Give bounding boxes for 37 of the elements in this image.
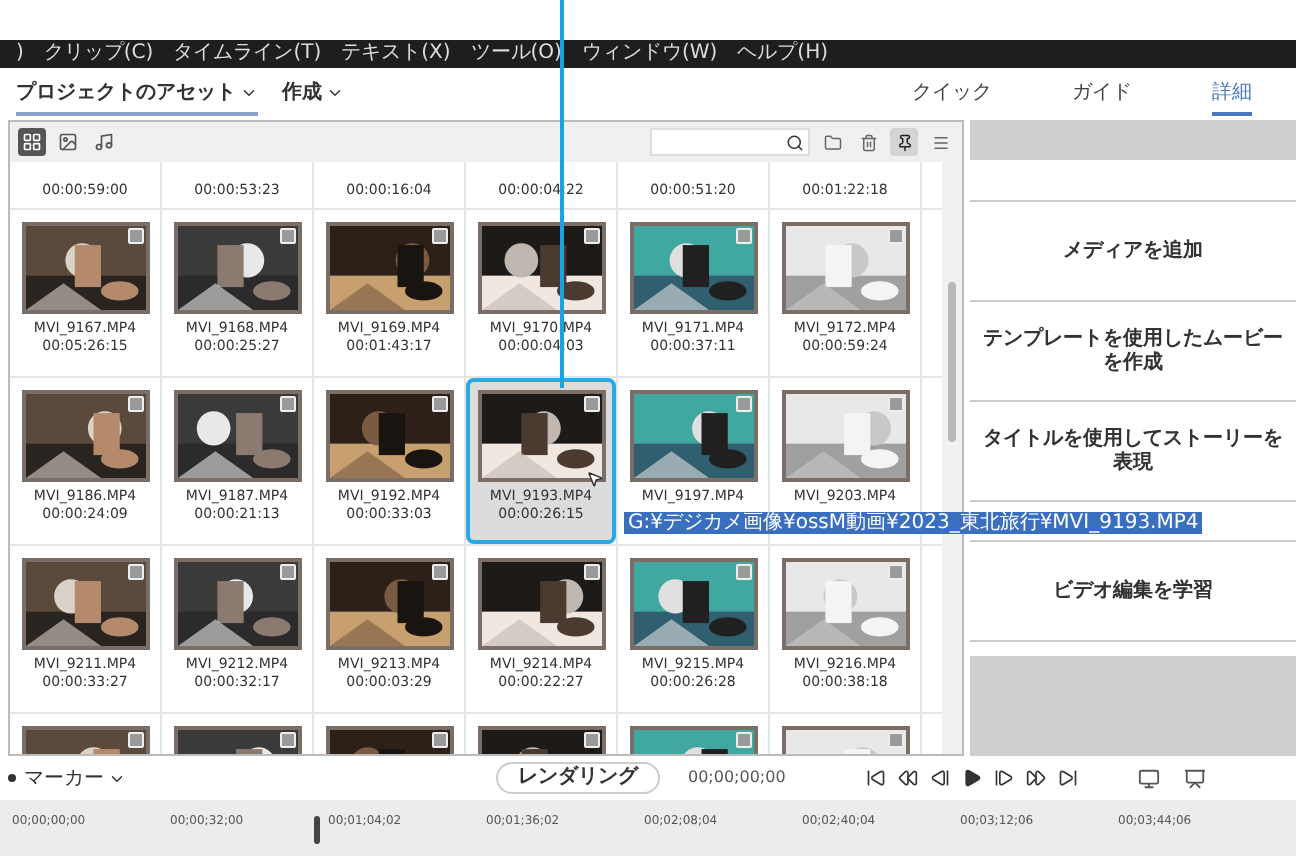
action-button[interactable]: メディアを追加 [970,200,1296,300]
menu-item[interactable]: ヘルプ(H) [737,42,828,66]
panel-tab[interactable]: 作成 [282,72,344,116]
menu-item[interactable]: ) [16,42,24,66]
marker-menu[interactable]: マーカー [24,763,126,793]
presentation-icon[interactable] [1183,767,1206,789]
mode-tab[interactable]: ガイド [1072,72,1132,116]
grid-view-button[interactable] [18,128,46,156]
mode-tab[interactable]: 詳細 [1212,72,1252,116]
playhead[interactable] [314,816,320,844]
menu-item[interactable]: タイムライン(T) [173,42,322,66]
step-back-icon[interactable] [929,768,950,788]
mode-tab[interactable]: クイック [912,72,992,116]
search-field[interactable] [650,128,810,156]
search-icon [786,133,804,151]
menu-item[interactable]: ウィンドウ(W) [581,42,718,66]
tooltip: G:¥デジカメ画像¥ossM動画¥2023_東北旅行¥MVI_9193.MP4 [624,512,1203,534]
monitor-icon[interactable] [1137,767,1160,789]
image-view-button[interactable] [54,128,82,156]
rewind-icon[interactable] [897,768,918,788]
pin-icon[interactable] [890,128,918,156]
menu-item[interactable]: テキスト(X) [341,42,451,66]
action-button[interactable]: ビデオ編集を学習 [970,540,1296,640]
panel-tab[interactable]: プロジェクトのアセット [16,72,258,116]
render-button[interactable]: レンダリング [496,762,660,794]
go-to-start-icon[interactable] [865,768,886,788]
action-button[interactable]: タイトルを使用してストーリーを表現 [970,400,1296,500]
action-button[interactable]: テンプレートを使用したムービーを作成 [970,300,1296,400]
fast-forward-icon[interactable] [1025,768,1046,788]
menu-item[interactable]: ツール(O) [470,42,562,66]
music-view-button[interactable] [90,128,118,156]
menu-item[interactable]: クリップ(C) [43,42,154,66]
pointer-icon [586,470,604,488]
current-time: 00;00;00;00 [688,766,786,790]
play-icon[interactable] [961,768,982,788]
go-to-end-icon[interactable] [1057,768,1078,788]
step-forward-icon[interactable] [993,768,1014,788]
